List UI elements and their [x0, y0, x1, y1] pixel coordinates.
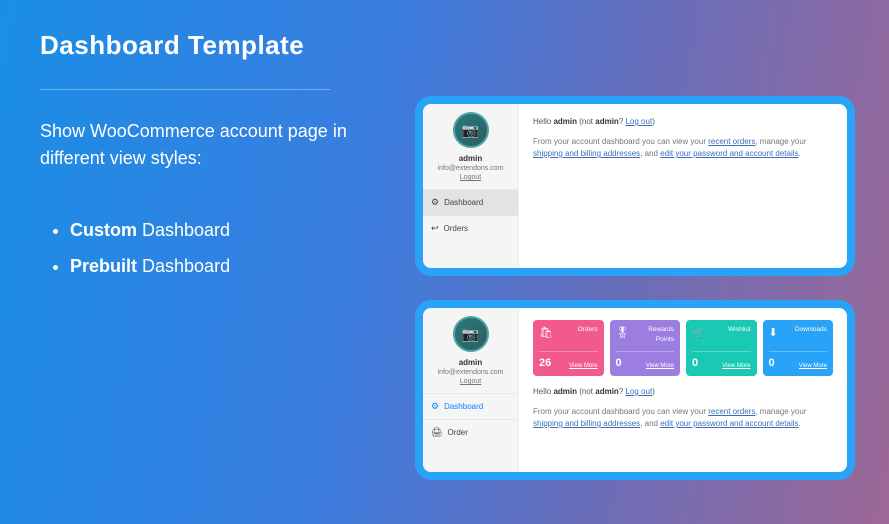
logout-link[interactable]: Log out	[625, 117, 652, 126]
main-content: Hello admin (not admin? Log out) From yo…	[519, 104, 847, 268]
card-label: Rewards Points	[629, 325, 674, 345]
card-label: Downloads	[795, 325, 827, 335]
dashboard-preview-prebuilt: 📷 admin info@extendons.com Logout ⚙ Dash…	[415, 300, 855, 480]
bullet-list: Custom Dashboard Prebuilt Dashboard	[40, 212, 370, 284]
account-details-link[interactable]: edit your password and account details	[660, 149, 798, 158]
account-details-link[interactable]: edit your password and account details	[660, 419, 798, 428]
sidebar-item-label: Dashboard	[444, 198, 483, 207]
sidebar-logout-link[interactable]: Logout	[460, 378, 481, 385]
card-icon: 🛒	[692, 325, 706, 342]
sidebar-item-orders[interactable]: ↩ Orders	[423, 215, 518, 241]
summary-cards: 🛍 Orders 26 View More 🎖Rewards Points 0 View M…	[533, 320, 833, 376]
view-more-link[interactable]: View More	[646, 362, 674, 371]
dashboard-icon: ⚙	[431, 401, 439, 412]
sidebar: 📷 admin info@extendons.com Logout ⚙ Dash…	[423, 308, 519, 472]
card-count: 26	[539, 355, 551, 372]
sidebar-email: info@extendons.com	[438, 369, 504, 376]
hello-line: Hello admin (not admin? Log out)	[533, 116, 833, 128]
summary-card[interactable]: 🛒 Wishlist 0 View More	[686, 320, 757, 376]
card-icon: 🎖	[616, 325, 630, 342]
avatar: 📷	[453, 316, 489, 352]
sidebar-item-label: Order	[447, 428, 467, 437]
logout-link[interactable]: Log out	[625, 387, 652, 396]
addresses-link[interactable]: shipping and billing addresses	[533, 149, 640, 158]
recent-orders-link[interactable]: recent orders	[708, 137, 755, 146]
card-count: 0	[616, 355, 622, 372]
card-icon: ⬇	[769, 325, 778, 342]
order-icon: 🖨	[431, 427, 442, 438]
dashboard-preview-custom: 📷 admin info@extendons.com Logout ⚙ Dash…	[415, 96, 855, 276]
hello-line: Hello admin (not admin? Log out)	[533, 386, 833, 398]
dashboard-text: From your account dashboard you can view…	[533, 136, 833, 160]
summary-card[interactable]: 🎖Rewards Points 0 View More	[610, 320, 681, 376]
divider	[40, 89, 330, 90]
card-label: Wishlist	[728, 325, 750, 335]
sidebar-item-dashboard[interactable]: ⚙ Dashboard	[423, 189, 518, 215]
page-title: Dashboard Template	[40, 30, 370, 61]
sidebar-item-order[interactable]: 🖨 Order	[423, 419, 518, 445]
main-content: 🛍 Orders 26 View More 🎖Rewards Points 0 View M…	[519, 308, 847, 472]
sidebar-item-label: Dashboard	[444, 402, 483, 411]
sidebar-email: info@extendons.com	[438, 165, 504, 172]
avatar: 📷	[453, 112, 489, 148]
sidebar-item-label: Orders	[444, 224, 468, 233]
view-more-link[interactable]: View More	[799, 362, 827, 371]
sidebar-username: admin	[459, 358, 483, 367]
view-more-link[interactable]: View More	[722, 362, 750, 371]
addresses-link[interactable]: shipping and billing addresses	[533, 419, 640, 428]
bullet-item: Prebuilt Dashboard	[70, 248, 370, 284]
card-count: 0	[692, 355, 698, 372]
orders-icon: ↩	[431, 223, 439, 234]
card-label: Orders	[578, 325, 598, 335]
dashboard-text: From your account dashboard you can view…	[533, 406, 833, 430]
view-more-link[interactable]: View More	[569, 362, 597, 371]
bullet-item: Custom Dashboard	[70, 212, 370, 248]
dashboard-icon: ⚙	[431, 197, 439, 208]
sidebar-item-dashboard[interactable]: ⚙ Dashboard	[423, 393, 518, 419]
recent-orders-link[interactable]: recent orders	[708, 407, 755, 416]
sidebar: 📷 admin info@extendons.com Logout ⚙ Dash…	[423, 104, 519, 268]
camera-icon: 📷	[462, 326, 479, 343]
sidebar-logout-link[interactable]: Logout	[460, 174, 481, 181]
card-icon: 🛍	[539, 325, 553, 342]
camera-icon: 📷	[462, 122, 479, 139]
summary-card[interactable]: 🛍 Orders 26 View More	[533, 320, 604, 376]
summary-card[interactable]: ⬇ Downloads 0 View More	[763, 320, 834, 376]
subtitle: Show WooCommerce account page in differe…	[40, 118, 370, 172]
sidebar-username: admin	[459, 154, 483, 163]
card-count: 0	[769, 355, 775, 372]
